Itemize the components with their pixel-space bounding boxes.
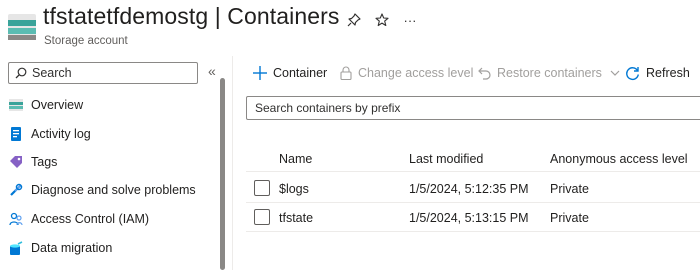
page-title: tfstatetfdemostg | Containers bbox=[43, 3, 340, 29]
container-last-modified: 1/5/2024, 5:12:35 PM bbox=[409, 182, 529, 196]
sidebar-scrollbar[interactable] bbox=[220, 78, 225, 270]
restore-label: Restore containers bbox=[497, 66, 602, 80]
table-row[interactable]: tfstate 1/5/2024, 5:13:15 PM Private bbox=[246, 203, 700, 232]
data-migration-icon bbox=[10, 241, 23, 255]
table-row[interactable]: $logs 1/5/2024, 5:12:35 PM Private bbox=[246, 174, 700, 203]
container-access-level: Private bbox=[550, 211, 589, 225]
refresh-icon bbox=[625, 66, 640, 81]
storage-overview-icon bbox=[9, 99, 23, 111]
add-container-label: Container bbox=[273, 66, 328, 80]
sidebar-item-label: Tags bbox=[31, 155, 58, 169]
page-subtitle: Storage account bbox=[44, 35, 128, 47]
sidebar-item-label: Diagnose and solve problems bbox=[31, 183, 196, 197]
activity-log-icon bbox=[11, 127, 21, 141]
container-access-level: Private bbox=[550, 182, 589, 196]
column-header-access-level[interactable]: Anonymous access level bbox=[550, 152, 688, 166]
search-icon bbox=[15, 67, 27, 79]
restore-containers-button[interactable]: Restore containers bbox=[477, 62, 620, 84]
page-header: tfstatetfdemostg | Containers Storage ac… bbox=[0, 0, 700, 56]
sidebar-item-data-migration[interactable]: Data migration bbox=[0, 234, 215, 262]
sidebar-item-iam[interactable]: Access Control (IAM) bbox=[0, 205, 215, 233]
sidebar-item-label: Overview bbox=[31, 98, 84, 112]
sidebar-item-tags[interactable]: Tags bbox=[0, 148, 215, 176]
table-header-divider bbox=[246, 171, 700, 172]
divider bbox=[232, 56, 233, 270]
container-prefix-search-input[interactable]: Search containers by prefix bbox=[246, 96, 700, 120]
storage-account-icon bbox=[8, 14, 36, 40]
sidebar-search-placeholder: Search bbox=[32, 66, 72, 80]
column-header-last-modified[interactable]: Last modified bbox=[409, 152, 483, 166]
lock-icon bbox=[340, 66, 352, 80]
sidebar-item-activity-log[interactable]: Activity log bbox=[0, 120, 215, 148]
plus-icon bbox=[253, 66, 267, 80]
sidebar-search-input[interactable]: Search bbox=[8, 62, 198, 84]
row-checkbox[interactable] bbox=[254, 180, 270, 196]
change-access-label: Change access level bbox=[358, 66, 474, 80]
container-name[interactable]: tfstate bbox=[279, 211, 313, 225]
change-access-level-button[interactable]: Change access level bbox=[340, 62, 473, 84]
refresh-label: Refresh bbox=[646, 66, 690, 80]
sidebar-item-label: Activity log bbox=[31, 127, 91, 141]
refresh-button[interactable]: Refresh bbox=[625, 62, 690, 84]
more-options-icon[interactable]: ··· bbox=[400, 10, 420, 30]
container-prefix-placeholder: Search containers by prefix bbox=[255, 101, 401, 115]
container-last-modified: 1/5/2024, 5:13:15 PM bbox=[409, 211, 529, 225]
people-icon bbox=[9, 212, 23, 226]
sidebar-item-overview[interactable]: Overview bbox=[0, 91, 215, 119]
add-container-button[interactable]: Container bbox=[253, 62, 327, 84]
undo-icon bbox=[477, 66, 491, 80]
favorite-star-icon[interactable] bbox=[372, 10, 392, 30]
column-header-name[interactable]: Name bbox=[279, 152, 312, 166]
sidebar-item-label: Access Control (IAM) bbox=[31, 212, 150, 226]
container-name[interactable]: $logs bbox=[279, 182, 309, 196]
tag-icon bbox=[10, 156, 22, 168]
wrench-icon bbox=[10, 183, 23, 196]
pin-icon[interactable] bbox=[344, 10, 364, 30]
sidebar-item-label: Data migration bbox=[31, 241, 113, 255]
sidebar-item-diagnose[interactable]: Diagnose and solve problems bbox=[0, 176, 215, 204]
chevron-down-icon bbox=[610, 66, 620, 80]
row-checkbox[interactable] bbox=[254, 209, 270, 225]
collapse-sidebar-button[interactable]: « bbox=[208, 63, 216, 79]
